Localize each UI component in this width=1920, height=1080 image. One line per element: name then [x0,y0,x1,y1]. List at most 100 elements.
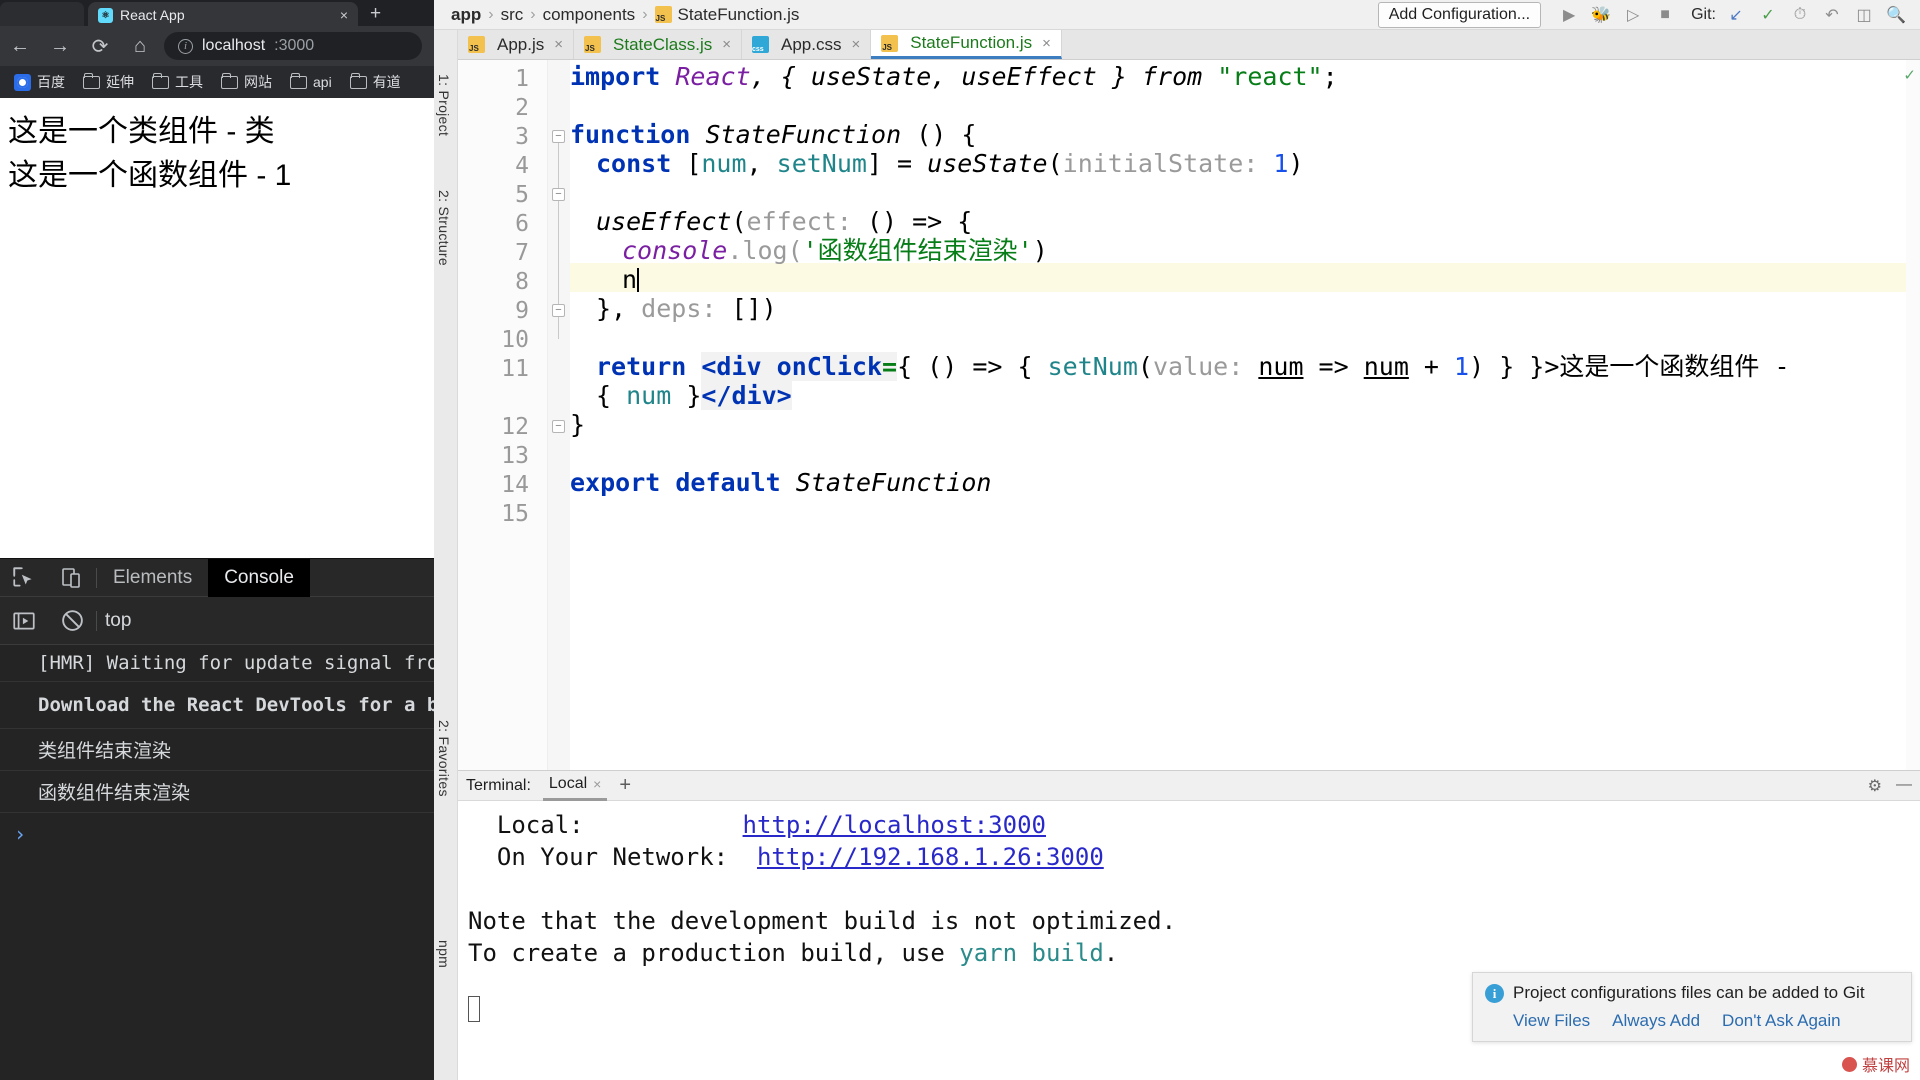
code-call-useeffect: useEffect [596,207,732,236]
clear-console-icon[interactable] [48,602,96,640]
page-line-class: 这是一个类组件 - 类 [8,115,275,148]
close-icon[interactable]: × [554,36,563,53]
sidebar-item-favorites[interactable]: 2: Favorites [436,720,452,797]
code-arrow: => [1303,352,1364,381]
bookmarks-bar: 百度 延伸 工具 网站 api 有道 [0,66,434,98]
history-icon[interactable]: ⏱ [1784,0,1816,30]
line-number: 2 [515,95,529,121]
terminal-link-network[interactable]: http://192.168.1.26:3000 [757,843,1104,871]
code-line-14: export default StateFunction [570,468,991,497]
bookmark-item[interactable]: 工具 [144,69,211,95]
line-number: 13 [501,443,529,469]
browser-tab-react-app[interactable]: ⚛ React App × [88,2,358,28]
bookmark-item[interactable]: 网站 [213,69,280,95]
terminal-link-local[interactable]: http://localhost:3000 [743,811,1046,839]
ide-window: app › src › components › StateFunction.j… [434,0,1920,1080]
close-icon[interactable]: × [722,36,731,53]
sidebar-item-npm[interactable]: npm [436,940,452,968]
terminal-tab-local[interactable]: Local × [542,771,608,801]
browser-tabstrip: ⚛ React App × + [0,0,434,28]
tab-console[interactable]: Console [208,558,310,597]
sidebar-item-structure[interactable]: 2: Structure [436,190,452,266]
line-number: 15 [501,501,529,527]
debug-icon[interactable]: 🐝 [1585,0,1617,30]
editor-markup-gutter[interactable]: ✓ [1903,60,1920,770]
always-add-link[interactable]: Always Add [1612,1011,1700,1031]
line-number: 14 [501,472,529,498]
inspect-element-icon[interactable] [0,559,48,597]
code-editor[interactable]: 1 2 3 4 5 6 7 8 9 10 11 12 13 14 15 − − … [458,60,1920,770]
tab-app-js[interactable]: App.js × [458,30,575,59]
css-file-icon [751,36,769,53]
back-icon[interactable]: ← [0,26,40,66]
bookmark-item[interactable]: 延伸 [75,69,142,95]
device-toolbar-icon[interactable] [48,559,96,597]
notification-actions: View Files Always Add Don't Ask Again [1513,1011,1899,1031]
git-commit-icon[interactable]: ✓ [1752,0,1784,30]
search-icon[interactable]: 🔍 [1880,0,1912,30]
code-function-name: StateFunction [705,120,902,149]
gear-icon[interactable]: ⚙ [1868,776,1882,796]
bookmark-item[interactable]: 有道 [342,69,409,95]
breadcrumb-src[interactable]: src [494,5,531,25]
git-update-icon[interactable]: ↙ [1720,0,1752,30]
forward-icon[interactable]: → [40,26,80,66]
code-comma: , [746,149,777,178]
new-tab-button[interactable]: + [370,4,381,23]
breadcrumb-components[interactable]: components [536,5,643,25]
fold-icon[interactable]: − [552,130,565,143]
code-line-6: useEffect(effect: () => { [570,207,972,236]
add-configuration-button[interactable]: Add Configuration... [1377,1,1542,28]
tab-elements[interactable]: Elements [97,559,208,597]
code-text[interactable]: import React, { useState, useEffect } fr… [570,60,1920,770]
bookmark-item[interactable]: 百度 [6,69,73,95]
fold-icon[interactable]: − [552,304,565,317]
breadcrumb-app[interactable]: app [444,5,488,25]
console-prompt[interactable]: › [0,813,434,855]
browser-tab-partial[interactable] [0,2,84,28]
tab-statefunction-js[interactable]: StateFunction.js × [871,30,1062,59]
close-icon[interactable]: × [1042,35,1051,52]
hide-panel-icon[interactable]: — [1896,776,1912,796]
view-files-link[interactable]: View Files [1513,1011,1590,1031]
folder-icon [290,72,307,89]
code-folding-gutter[interactable]: − − − − [548,60,570,770]
tab-stateclass-js[interactable]: StateClass.js × [574,30,742,59]
code-brace: } [570,410,586,439]
line-number: 7 [515,240,529,266]
ide-run-toolbar: Add Configuration... ▶ 🐝 ▷ ■ Git: ↙ ✓ ⏱ … [1377,0,1920,30]
close-icon[interactable]: × [851,36,860,53]
tab-label: StateClass.js [613,34,713,54]
code-call-setnum: setNum [1047,352,1138,381]
undo-icon[interactable]: ↶ [1816,0,1848,30]
close-icon[interactable]: × [340,7,348,23]
breadcrumb-file[interactable]: StateFunction.js [648,5,807,25]
page-line-function[interactable]: 这是一个函数组件 - 1 [8,154,426,198]
run-with-coverage-icon[interactable]: ▷ [1617,0,1649,30]
reload-icon[interactable]: ⟳ [80,26,120,66]
search-everywhere-icon[interactable]: ◫ [1848,0,1880,30]
fold-icon[interactable]: − [552,188,565,201]
execute-icon[interactable] [0,602,48,640]
dont-ask-again-link[interactable]: Don't Ask Again [1722,1011,1841,1031]
new-terminal-button[interactable]: + [619,774,631,797]
code-keyword-import: import [570,62,661,91]
bookmark-item[interactable]: api [282,71,340,93]
stop-icon[interactable]: ■ [1649,0,1681,30]
home-icon[interactable]: ⌂ [120,26,160,66]
fold-icon[interactable]: − [552,420,565,433]
devtools-toolbar: Elements Console [0,558,434,597]
code-jsx-text-chinese: 这是一个函数组件 - [1559,352,1790,381]
code-jsx-attr-onclick: onClick [776,352,883,381]
code-paren: ( [1047,149,1063,178]
sidebar-item-project[interactable]: 1: Project [436,74,452,136]
site-info-icon[interactable]: i [178,38,193,54]
devtools-panel: Elements Console top [HMR] Waiting for u… [0,558,434,1080]
address-bar[interactable]: i localhost:3000 [164,32,422,60]
close-icon[interactable]: × [593,776,601,792]
run-icon[interactable]: ▶ [1553,0,1585,30]
tab-app-css[interactable]: App.css × [742,30,872,59]
console-context-selector[interactable]: top [97,610,131,632]
code-bracket: [ [671,149,702,178]
